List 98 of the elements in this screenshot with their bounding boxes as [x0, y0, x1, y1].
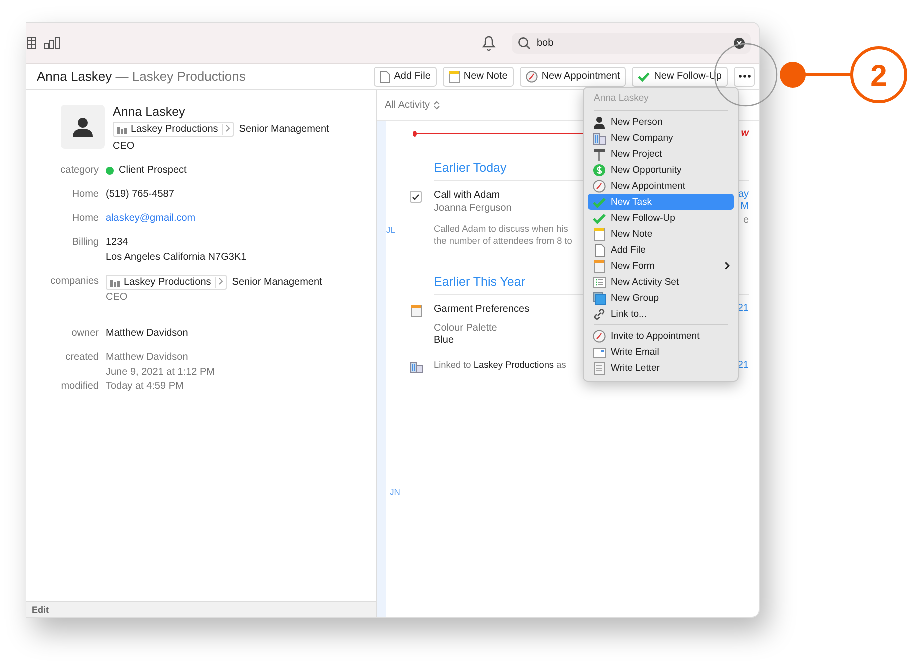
field-value: Today at 4:59 PM	[106, 380, 184, 394]
document-icon	[593, 244, 606, 256]
field-label: Billing	[71, 236, 100, 250]
form-field-value: Blue	[434, 335, 454, 346]
hammer-icon	[593, 148, 606, 160]
initials: JL	[386, 225, 396, 235]
field-label: Home	[71, 212, 100, 226]
step-badge: 2	[850, 46, 908, 104]
field-label: Home	[71, 188, 100, 202]
menu-item[interactable]: Write Email	[588, 344, 734, 360]
building-icon	[117, 126, 127, 134]
link-text: Linked to Laskey Productions as	[434, 360, 566, 370]
initials: JN	[390, 487, 402, 497]
action-button[interactable]: New Follow-Up	[632, 66, 728, 86]
job-title: CEO	[113, 140, 136, 154]
menu-item[interactable]: New Activity Set	[588, 274, 734, 290]
updown-icon	[434, 100, 440, 110]
edit-label[interactable]: Edit	[32, 604, 49, 614]
form-title[interactable]: Garment Preferences	[434, 303, 530, 316]
contact-name: Anna Laskey	[113, 105, 186, 119]
checkmark-icon	[593, 196, 606, 208]
clear-icon[interactable]	[734, 38, 745, 48]
bell-icon[interactable]	[482, 36, 496, 50]
checkmark-icon	[593, 212, 606, 224]
menu-item[interactable]: Link to...	[588, 306, 734, 322]
clock-icon	[593, 180, 606, 192]
building-icon	[110, 278, 120, 286]
clock-icon	[593, 330, 606, 342]
menu-item[interactable]: Invite to Appointment	[588, 328, 734, 344]
email-link[interactable]: alaskey@gmail.com	[106, 212, 196, 226]
menu-item[interactable]: Write Letter	[588, 360, 734, 376]
dollar-icon	[593, 164, 606, 176]
envelope-icon	[593, 346, 606, 358]
menu-item[interactable]: New Person	[588, 114, 734, 130]
note-icon	[593, 228, 606, 240]
field-value: Client Prospect	[119, 164, 187, 178]
job-title: CEO	[106, 291, 129, 305]
checkmark-icon	[638, 72, 650, 82]
menu-header: Anna Laskey	[593, 92, 650, 106]
document-icon	[380, 70, 390, 82]
field-value: Matthew Davidson	[106, 327, 188, 341]
field-value: Los Angeles California N7G3K1	[106, 251, 247, 265]
form-icon	[410, 305, 422, 317]
field-value: 1234	[106, 236, 130, 250]
field-label: modified	[60, 380, 100, 394]
menu-item[interactable]: New Form	[588, 258, 734, 274]
clock-icon	[526, 70, 538, 82]
action-button[interactable]: New Note	[442, 66, 514, 86]
task-notes: Called Adam to discuss when his the number of attendees from 8 to	[434, 223, 572, 247]
menu-item[interactable]: New Opportunity	[588, 162, 734, 178]
chevron-icon	[226, 125, 230, 132]
company-chip[interactable]: Laskey Productions	[106, 275, 228, 290]
list-icon	[593, 276, 606, 288]
search-field[interactable]: bob	[512, 32, 751, 54]
building-icon	[593, 132, 606, 144]
action-button[interactable]: Add File	[374, 66, 437, 86]
chart-icon[interactable]	[44, 37, 60, 49]
field-value: (519) 765-4587	[106, 188, 174, 202]
field-value: June 9, 2021 at 1:12 PM	[106, 366, 215, 380]
field-label: category	[60, 164, 100, 178]
task-assignee: Joanna Ferguson	[434, 202, 512, 215]
menu-item[interactable]: New Note	[588, 226, 734, 242]
chevron-icon	[219, 278, 224, 285]
menu-item[interactable]: New Follow-Up	[588, 210, 734, 226]
link-icon	[593, 308, 606, 320]
menu-item[interactable]: New Appointment	[588, 178, 734, 194]
form-icon	[593, 260, 606, 272]
date-text: e	[743, 215, 749, 227]
field-value: Matthew Davidson	[106, 351, 190, 365]
activity-filter[interactable]: All Activity	[385, 100, 440, 110]
role-text: Senior Management	[239, 122, 330, 136]
task-title[interactable]: Call with Adam	[434, 189, 500, 202]
person-icon	[72, 116, 94, 138]
form-field-label: Colour Palette	[434, 323, 498, 334]
building-icon	[410, 362, 422, 373]
menu-item[interactable]: Add File	[588, 242, 734, 258]
action-button[interactable]: New Appointment	[520, 66, 626, 86]
person-icon	[593, 116, 606, 128]
field-label: created	[64, 351, 100, 365]
squares-icon	[593, 292, 606, 304]
callout-leader	[780, 62, 851, 88]
menu-item[interactable]: New Project	[588, 146, 734, 162]
menu-item[interactable]: New Company	[588, 130, 734, 146]
grid-icon[interactable]	[27, 37, 36, 49]
more-button[interactable]	[734, 66, 755, 86]
record-title: Anna Laskey — Laskey Productions	[37, 69, 246, 84]
company-chip[interactable]: Laskey Productions	[113, 122, 234, 137]
more-icon	[738, 75, 750, 78]
role-text: Senior Management	[232, 276, 322, 290]
note-icon	[448, 70, 460, 82]
task-checkbox[interactable]	[410, 191, 422, 203]
field-label: companies	[50, 275, 100, 289]
search-icon	[518, 36, 531, 50]
field-label: owner	[70, 327, 100, 341]
date-text: ay	[738, 189, 749, 201]
document-icon	[593, 362, 606, 374]
date-text: M	[740, 201, 749, 213]
now-label: w	[741, 128, 749, 139]
